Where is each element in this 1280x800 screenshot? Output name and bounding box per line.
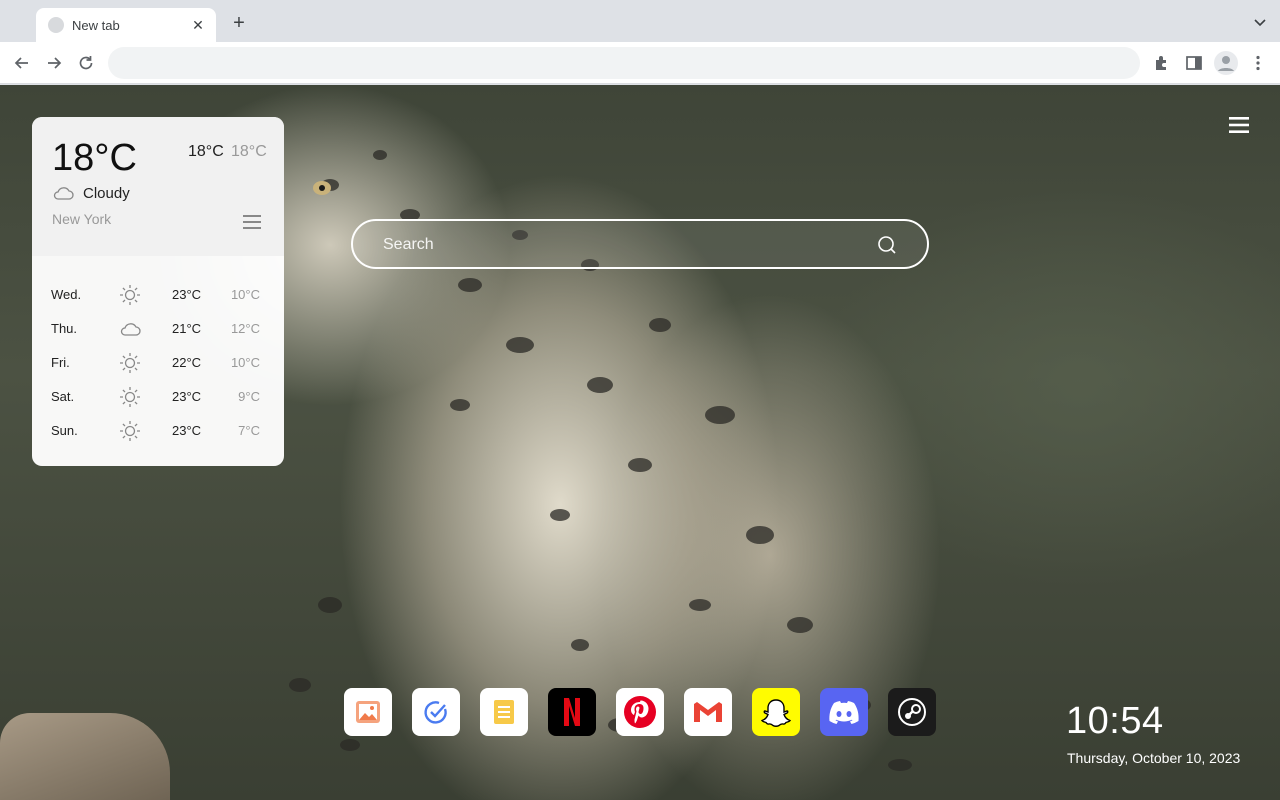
clock-date: Thursday, October 10, 2023 <box>1067 750 1241 766</box>
forecast-row: Sun. 23°C 7°C <box>32 413 284 447</box>
hamburger-menu-icon[interactable] <box>1229 117 1249 133</box>
sun-icon <box>120 285 140 305</box>
steam-app-icon[interactable] <box>888 688 936 736</box>
tab-title: New tab <box>72 17 120 33</box>
forecast-low: 12°C <box>230 321 260 336</box>
forecast-low: 9°C <box>238 389 260 404</box>
cloud-icon <box>120 323 141 336</box>
omnibox[interactable] <box>108 47 1140 79</box>
arrow-left-icon[interactable] <box>12 53 32 73</box>
current-high: 18°C <box>188 143 224 160</box>
cloud-icon <box>53 187 74 200</box>
notes-app-icon[interactable] <box>480 688 528 736</box>
weather-city: New York <box>52 211 112 227</box>
weather-current: 18°C 18°C 18°C Cloudy New York <box>32 117 284 256</box>
weather-widget: 18°C 18°C 18°C Cloudy New York Wed. 23°C… <box>32 117 284 466</box>
side-panel-icon[interactable] <box>1184 53 1204 73</box>
chevron-down-icon[interactable] <box>1252 14 1268 30</box>
forecast-row: Thu. 21°C 12°C <box>32 311 284 345</box>
forecast-row: Fri. 22°C 10°C <box>32 345 284 379</box>
forecast-row: Wed. 23°C 10°C <box>32 277 284 311</box>
netflix-app-icon[interactable] <box>548 688 596 736</box>
current-low: 18°C <box>231 143 267 160</box>
forecast-day: Sun. <box>51 423 78 438</box>
menu-icon[interactable] <box>243 214 261 230</box>
forecast-low: 7°C <box>238 423 260 438</box>
sun-icon <box>120 421 140 441</box>
discord-app-icon[interactable] <box>820 688 868 736</box>
tasks-app-icon[interactable] <box>412 688 460 736</box>
puzzle-icon[interactable] <box>1152 53 1172 73</box>
clock-time: 10:54 <box>1066 700 1164 742</box>
tab-favicon-icon <box>48 17 64 33</box>
search-box[interactable] <box>351 219 929 269</box>
forecast-list: Wed. 23°C 10°C Thu. 21°C 12°C Fri. 22°C … <box>32 277 284 447</box>
plus-icon[interactable]: + <box>228 12 250 34</box>
forecast-row: Sat. 23°C 9°C <box>32 379 284 413</box>
gmail-app-icon[interactable] <box>684 688 732 736</box>
forecast-high: 22°C <box>172 355 202 370</box>
forecast-high: 23°C <box>172 389 202 404</box>
reload-icon[interactable] <box>76 53 96 73</box>
forecast-day: Fri. <box>51 355 70 370</box>
forecast-day: Wed. <box>51 287 82 302</box>
sun-icon <box>120 387 140 407</box>
forecast-low: 10°C <box>230 287 260 302</box>
pinterest-app-icon[interactable] <box>616 688 664 736</box>
search-icon[interactable] <box>877 235 897 255</box>
forecast-high: 23°C <box>172 423 202 438</box>
current-temperature: 18°C <box>52 137 137 179</box>
forecast-day: Sat. <box>51 389 75 404</box>
forecast-low: 10°C <box>230 355 260 370</box>
close-icon[interactable]: ✕ <box>190 17 206 34</box>
profile-icon[interactable] <box>1214 51 1238 75</box>
arrow-right-icon[interactable] <box>44 53 64 73</box>
kebab-menu-icon[interactable] <box>1248 53 1268 73</box>
rock <box>0 713 170 800</box>
forecast-day: Thu. <box>51 321 78 336</box>
forecast-high: 21°C <box>172 321 202 336</box>
snapchat-app-icon[interactable] <box>752 688 800 736</box>
search-input[interactable] <box>383 233 853 257</box>
photos-app-icon[interactable] <box>344 688 392 736</box>
tab-strip: New tab ✕ + <box>0 0 1280 42</box>
sun-icon <box>120 353 140 373</box>
tab-new-tab[interactable]: New tab ✕ <box>36 8 216 42</box>
forecast-high: 23°C <box>172 287 202 302</box>
browser-toolbar <box>0 42 1280 84</box>
weather-condition: Cloudy <box>83 185 130 202</box>
